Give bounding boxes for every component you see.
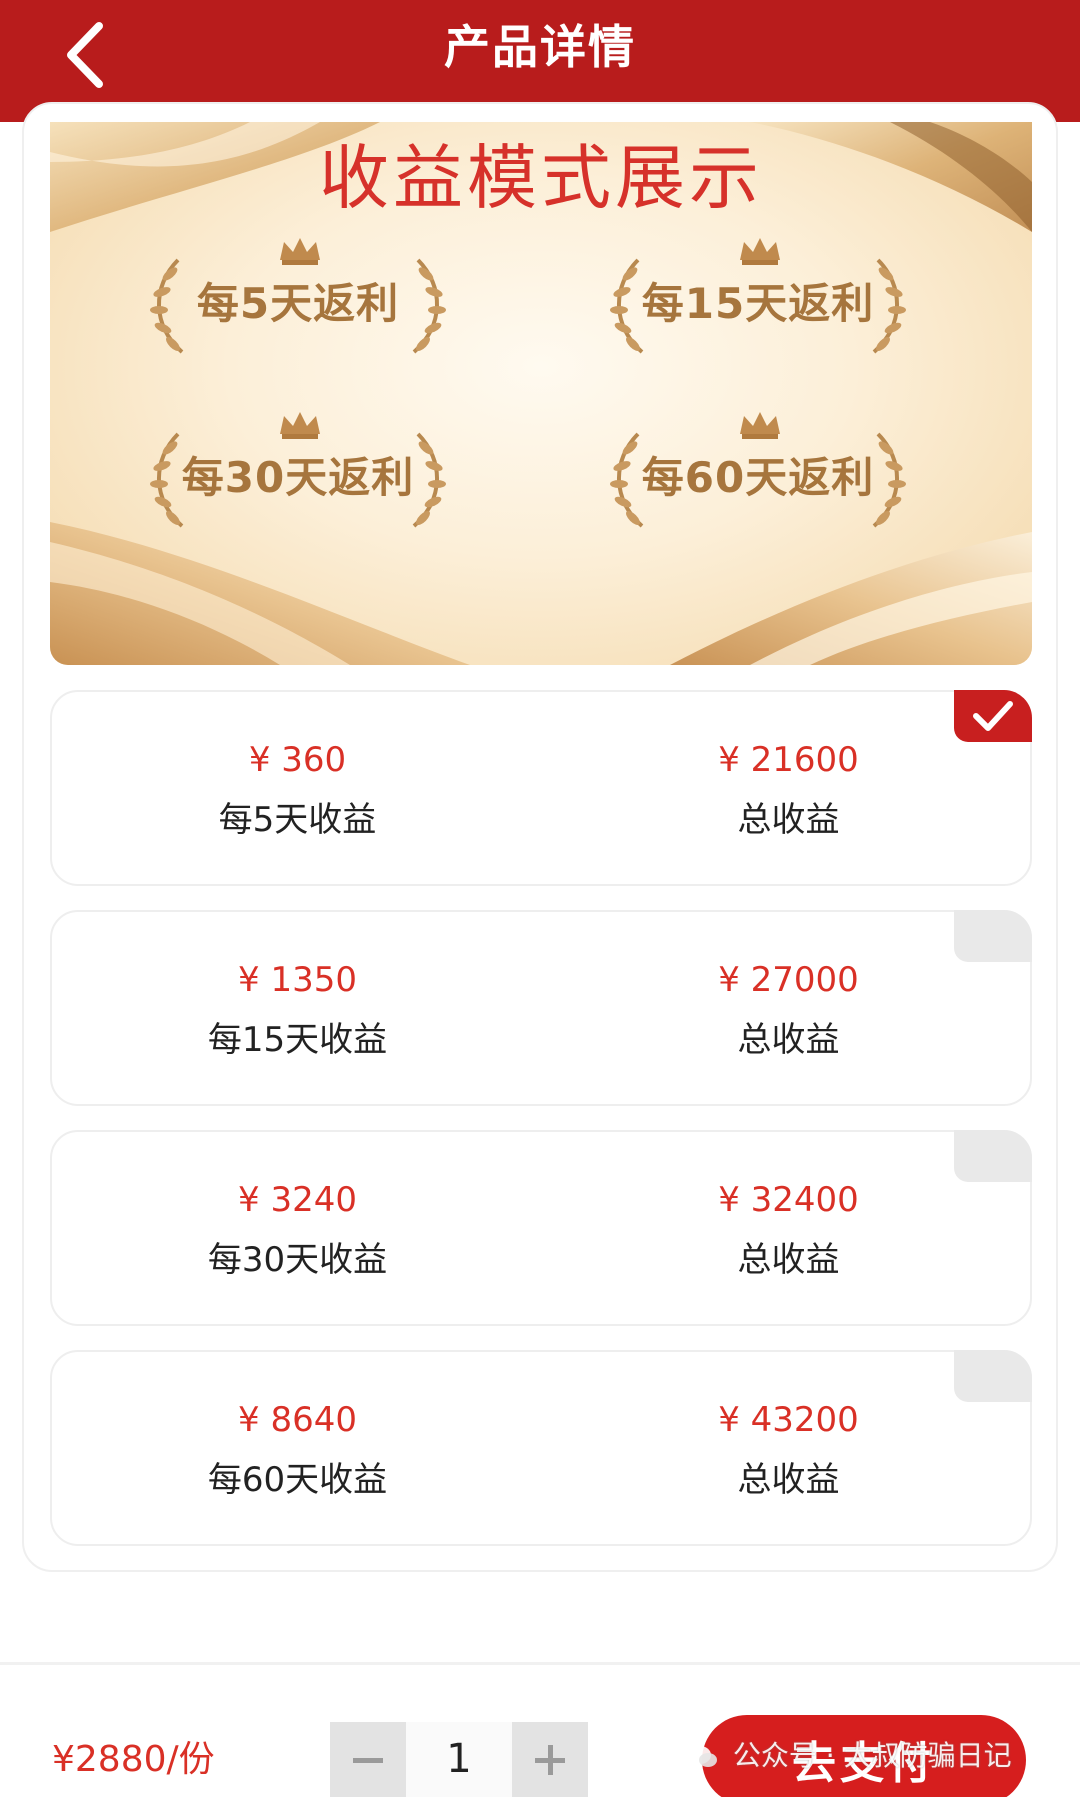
laurel-right-icon [872, 258, 906, 354]
plan-option-30-day[interactable]: ¥ 3240 每30天收益 ¥ 32400 总收益 [50, 1130, 1032, 1326]
total-income-label: 总收益 [737, 1460, 840, 1500]
period-income-label: 每15天收益 [207, 1020, 388, 1060]
award-label: 每30天返利 [181, 453, 415, 502]
period-income-column: ¥ 3240 每30天收益 [52, 1132, 543, 1328]
crown-icon [740, 238, 780, 265]
total-income-label: 总收益 [737, 1020, 840, 1060]
quantity-value[interactable]: 1 [406, 1722, 512, 1797]
award-label: 每60天返利 [641, 453, 875, 502]
award-label: 每5天返利 [196, 279, 400, 328]
total-income-amount: ¥ 32400 [718, 1180, 859, 1220]
wechat-icon [689, 1746, 717, 1767]
banner-title: 收益模式展示 [319, 137, 763, 219]
crown-icon [740, 412, 780, 439]
period-income-amount: ¥ 8640 [238, 1400, 357, 1440]
yield-mode-banner: 收益模式展示 每5天返利 每15天返利 每30天返利 每60天返利 [50, 122, 1032, 665]
award-badge-30-day: 每30天返利 [118, 408, 478, 538]
plan-select-checkbox[interactable] [954, 1350, 1032, 1402]
watermark-text: 公众号 · 大叔防骗日记 [732, 1739, 1012, 1772]
award-badge-5-day: 每5天返利 [118, 234, 478, 364]
plan-option-15-day[interactable]: ¥ 1350 每15天收益 ¥ 27000 总收益 [50, 910, 1032, 1106]
unit-price: ¥2880/份 [52, 1739, 215, 1780]
increase-button[interactable] [512, 1722, 588, 1797]
laurel-right-icon [412, 258, 446, 354]
plan-option-60-day[interactable]: ¥ 8640 每60天收益 ¥ 43200 总收益 [50, 1350, 1032, 1546]
period-income-amount: ¥ 1350 [238, 960, 357, 1000]
checkmark-icon [973, 701, 1013, 731]
plus-icon [535, 1744, 565, 1775]
period-income-label: 每30天收益 [207, 1240, 388, 1280]
period-income-label: 每5天收益 [218, 800, 377, 840]
laurel-right-icon [872, 432, 906, 528]
footer-divider [0, 1662, 1080, 1665]
total-income-amount: ¥ 43200 [718, 1400, 859, 1440]
laurel-right-icon [412, 432, 446, 528]
award-label: 每15天返利 [641, 279, 875, 328]
period-income-column: ¥ 1350 每15天收益 [52, 912, 543, 1108]
award-badge-15-day: 每15天返利 [578, 234, 938, 364]
decrease-button[interactable] [330, 1722, 406, 1797]
period-income-column: ¥ 8640 每60天收益 [52, 1352, 543, 1548]
total-income-amount: ¥ 27000 [718, 960, 859, 1000]
minus-icon [353, 1757, 383, 1763]
period-income-column: ¥ 360 每5天收益 [52, 692, 543, 888]
total-income-label: 总收益 [737, 1240, 840, 1280]
plan-option-5-day[interactable]: ¥ 360 每5天收益 ¥ 21600 总收益 [50, 690, 1032, 886]
period-income-amount: ¥ 3240 [238, 1180, 357, 1220]
period-income-amount: ¥ 360 [248, 740, 347, 780]
total-income-amount: ¥ 21600 [718, 740, 859, 780]
page-title: 产品详情 [444, 20, 636, 74]
plan-select-checkbox[interactable] [954, 1130, 1032, 1182]
period-income-label: 每60天收益 [207, 1460, 388, 1500]
watermark: 公众号 · 大叔防骗日记 [688, 1736, 1012, 1776]
total-income-label: 总收益 [737, 800, 840, 840]
plan-select-checkbox[interactable] [954, 910, 1032, 962]
crown-icon [280, 412, 320, 439]
plan-select-checkbox[interactable] [954, 690, 1032, 742]
quantity-stepper: 1 [330, 1722, 588, 1797]
award-badge-60-day: 每60天返利 [578, 408, 938, 538]
crown-icon [280, 238, 320, 265]
